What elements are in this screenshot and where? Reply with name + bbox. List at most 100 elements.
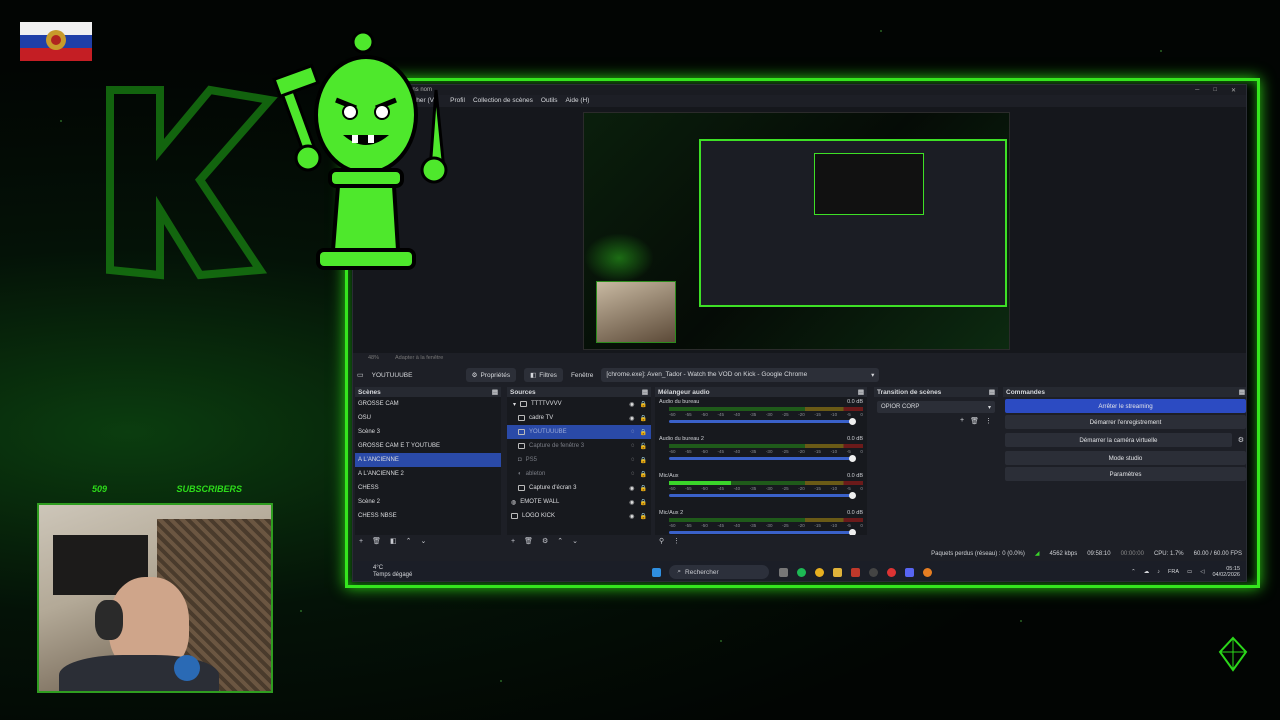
preview-canvas[interactable] — [583, 112, 1010, 350]
volume-slider[interactable] — [669, 418, 856, 425]
task-view-icon[interactable] — [779, 567, 789, 577]
add-icon[interactable]: + — [511, 538, 515, 545]
scene-item-selected[interactable]: A L'ANCIENNE — [355, 453, 501, 467]
menu-scene-collection[interactable]: Collection de scènes — [473, 97, 533, 104]
gear-icon[interactable]: ⚙ — [542, 537, 548, 545]
app-icon[interactable] — [851, 567, 861, 577]
language-indicator[interactable]: FRA — [1168, 569, 1179, 575]
eye-off-icon[interactable]: ◌ — [631, 471, 635, 478]
lock-icon[interactable]: 🔒 — [640, 471, 647, 478]
eye-off-icon[interactable]: ◌ — [631, 429, 635, 436]
clock[interactable]: 05:15 04/02/2026 — [1212, 566, 1240, 578]
obs-icon[interactable] — [869, 567, 879, 577]
minimize-icon[interactable]: ─ — [1195, 87, 1199, 94]
scene-item[interactable]: OSU — [355, 411, 501, 425]
source-item[interactable]: LOGO KICK ◉ 🔒 — [507, 509, 651, 523]
chevron-up-icon[interactable]: ⌃ — [1131, 569, 1136, 575]
source-item[interactable]: Capture d'écran 3 ◉ 🔒 — [507, 481, 651, 495]
lock-icon[interactable]: 🔒 — [640, 415, 647, 422]
cloud-icon[interactable]: ☁ — [1144, 569, 1150, 575]
scene-item[interactable]: GROSSE CAM — [355, 397, 501, 411]
eye-off-icon[interactable]: ◌ — [631, 443, 635, 450]
eye-icon[interactable]: ◉ — [629, 401, 634, 408]
window-select[interactable]: [chrome.exe]: Aven_Tador - Watch the VOD… — [601, 368, 880, 382]
slider-knob[interactable] — [849, 529, 856, 535]
trash-icon[interactable]: 🗑 — [970, 417, 979, 425]
lock-icon[interactable]: 🔒 — [640, 429, 647, 436]
scene-item[interactable]: CHESS — [355, 481, 501, 495]
move-down-icon[interactable]: ⌄ — [420, 537, 426, 545]
app-icon[interactable] — [887, 567, 897, 577]
settings-button[interactable]: Paramètres — [1005, 467, 1246, 481]
add-icon[interactable]: + — [359, 538, 363, 545]
lock-icon[interactable]: 🔒 — [640, 401, 647, 408]
spotify-icon[interactable] — [797, 567, 807, 577]
mic-icon[interactable]: ♪ — [1157, 569, 1160, 575]
volume-slider[interactable] — [669, 492, 856, 499]
dock-menu-icon[interactable]: ▤ — [858, 388, 864, 396]
lock-icon[interactable]: 🔒 — [640, 513, 647, 520]
filters-button[interactable]: ◧ Filtres — [524, 368, 563, 382]
scene-item[interactable]: CHESS NBSE — [355, 509, 501, 523]
slider-knob[interactable] — [849, 492, 856, 499]
windows-start-icon[interactable] — [652, 567, 662, 577]
eye-icon[interactable]: ◉ — [629, 513, 634, 520]
slider-knob[interactable] — [849, 418, 856, 425]
gear-icon[interactable]: ⚙ — [1234, 436, 1246, 444]
scene-filter-icon[interactable]: ◧ — [390, 537, 397, 545]
eye-icon[interactable]: ◉ — [629, 415, 634, 422]
network-icon[interactable]: ▭ — [1187, 569, 1192, 575]
source-item[interactable]: ◘ PS5 ◌ 🔒 — [507, 453, 651, 467]
kebab-menu-icon[interactable]: ⋮ — [985, 417, 992, 425]
scene-item[interactable]: GROSSE CAM E T YOUTUBE — [355, 439, 501, 453]
dock-menu-icon[interactable]: ▤ — [989, 388, 995, 396]
move-up-icon[interactable]: ⌃ — [406, 537, 412, 545]
start-recording-button[interactable]: Démarrer l'enregistrement — [1005, 415, 1246, 429]
eye-off-icon[interactable]: ◌ — [631, 457, 635, 464]
chrome-icon[interactable] — [815, 567, 825, 577]
move-up-icon[interactable]: ⌃ — [557, 537, 563, 545]
folder-icon[interactable] — [833, 567, 843, 577]
taskbar-search[interactable]: ⌕ Rechercher — [669, 565, 770, 579]
source-item[interactable]: Capture de fenêtre 3 ◌ 🔓 — [507, 439, 651, 453]
lock-icon[interactable]: 🔒 — [640, 485, 647, 492]
preview-area[interactable] — [353, 107, 1246, 353]
move-down-icon[interactable]: ⌄ — [572, 537, 578, 545]
lock-icon[interactable]: 🔒 — [640, 457, 647, 464]
menu-help[interactable]: Aide (H) — [566, 97, 590, 104]
volume-slider[interactable] — [669, 455, 856, 462]
maximize-icon[interactable]: □ — [1213, 87, 1217, 94]
close-icon[interactable]: ✕ — [1231, 87, 1236, 94]
start-virtual-camera-button[interactable]: Démarrer la caméra virtuelle — [1005, 433, 1232, 447]
source-item[interactable]: ◍ EMOTE WALL ◉ 🔒 — [507, 495, 651, 509]
eye-icon[interactable]: ◉ — [629, 499, 634, 506]
stop-streaming-button[interactable]: Arrêter le streaming — [1005, 399, 1246, 413]
scene-item[interactable]: A L'ANCIENNE 2 — [355, 467, 501, 481]
discord-icon[interactable] — [905, 567, 915, 577]
lock-icon[interactable]: 🔒 — [640, 499, 647, 506]
link-icon[interactable]: ⚲ — [659, 537, 664, 545]
volume-icon[interactable]: ◁ — [1200, 569, 1204, 575]
source-item[interactable]: ◐ ableton ◌ 🔒 — [507, 467, 651, 481]
weather-widget[interactable]: 4°C Temps dégagé — [353, 565, 412, 579]
fit-to-window[interactable]: Adapter à la fenêtre — [395, 355, 443, 361]
lock-icon[interactable]: 🔓 — [640, 443, 647, 450]
dock-menu-icon[interactable]: ▤ — [642, 388, 648, 396]
properties-button[interactable]: ⚙ Propriétés — [465, 368, 517, 382]
source-item-selected[interactable]: YOUTUUUBE ◌ 🔒 — [507, 425, 651, 439]
kebab-menu-icon[interactable]: ⋮ — [673, 537, 680, 545]
volume-slider[interactable] — [669, 529, 856, 535]
dock-menu-icon[interactable]: ▤ — [492, 388, 498, 396]
eye-icon[interactable]: ◉ — [629, 485, 634, 492]
zoom-level[interactable]: 48% — [368, 355, 379, 361]
studio-mode-button[interactable]: Mode studio — [1005, 451, 1246, 465]
menu-tools[interactable]: Outils — [541, 97, 558, 104]
source-item[interactable]: cadre TV ◉ 🔒 — [507, 411, 651, 425]
transition-select[interactable]: OPIOR CORP ▾ — [877, 401, 995, 413]
scene-item[interactable]: Scène 2 — [355, 495, 501, 509]
trash-icon[interactable]: 🗑 — [524, 537, 533, 545]
add-icon[interactable]: + — [960, 417, 964, 425]
browser-icon[interactable] — [923, 567, 933, 577]
dock-menu-icon[interactable]: ▤ — [1239, 388, 1245, 396]
scene-item[interactable]: Scène 3 — [355, 425, 501, 439]
